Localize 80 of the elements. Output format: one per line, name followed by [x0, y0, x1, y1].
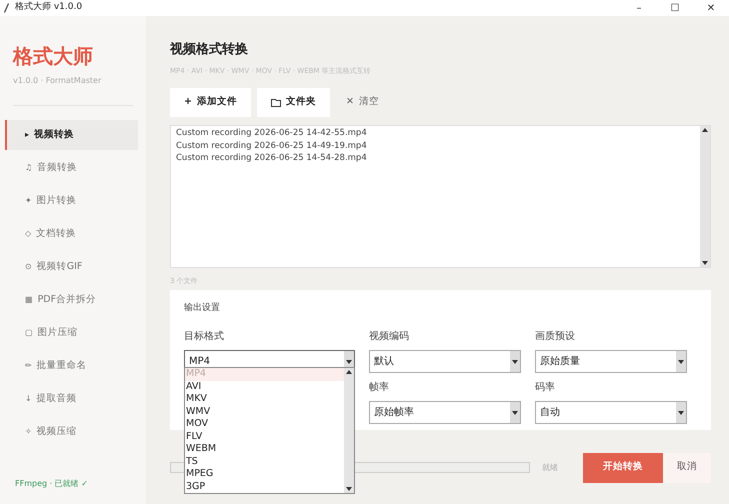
field-label: 码率: [535, 380, 556, 395]
close-button[interactable]: ✕: [693, 0, 729, 16]
dropdown-option[interactable]: AVI: [185, 380, 344, 393]
field-label: 视频编码: [369, 330, 410, 344]
scrollbar[interactable]: [700, 126, 710, 267]
plus-icon: +: [184, 95, 192, 110]
sidebar-item[interactable]: ↓ 提取音频: [5, 384, 138, 414]
scrollbar[interactable]: [344, 368, 354, 493]
minimize-button[interactable]: –: [621, 0, 657, 16]
close-icon: ✕: [346, 95, 354, 110]
item-icon: ♫: [25, 162, 32, 174]
scroll-down-icon[interactable]: [344, 485, 354, 493]
item-icon: ▢: [25, 327, 33, 339]
dropdown-option[interactable]: MOV: [185, 418, 344, 430]
dropdown-option[interactable]: WMV: [185, 406, 344, 418]
format-select[interactable]: 默认: [369, 350, 521, 373]
sidebar-item[interactable]: ✧ 视频压缩: [5, 417, 138, 447]
item-label: 文档转换: [36, 226, 76, 241]
sidebar-item[interactable]: ▸ 视频转换: [5, 120, 138, 150]
item-icon: ✏: [25, 360, 32, 372]
progress-status: 就绪: [542, 462, 558, 474]
sidebar-item[interactable]: ✏ 批量重命名: [5, 351, 138, 381]
dropdown-option[interactable]: FLV: [185, 430, 344, 443]
app-logo: 格式大师: [13, 43, 94, 69]
sidebar-item[interactable]: ▦ PDF合并拆分: [5, 285, 138, 315]
file-item[interactable]: Custom recording 2026-06-25 14-54-28.mp4: [176, 152, 700, 164]
select-value: 原始帧率: [373, 406, 415, 420]
select-value: 自动: [539, 406, 561, 420]
sidebar-item[interactable]: ✦ 图片转换: [5, 186, 138, 216]
window-title: 格式大师 v1.0.0: [15, 1, 82, 14]
field-label: 目标格式: [184, 330, 225, 344]
field-label: 帧率: [369, 380, 390, 395]
folder-icon: [270, 98, 281, 106]
sidebar-item[interactable]: ▢ 图片压缩: [5, 318, 138, 348]
sidebar-item[interactable]: ♫ 音频转换: [5, 153, 138, 183]
item-label: 图片转换: [36, 194, 77, 208]
field-label: 画质预设: [535, 330, 576, 344]
select-value: MP4: [188, 355, 212, 369]
dropdown-option[interactable]: TS: [185, 456, 344, 468]
item-icon: ✦: [25, 195, 32, 207]
settings-title: 输出设置: [184, 302, 221, 314]
scroll-up-icon[interactable]: [700, 126, 710, 134]
dropdown-option[interactable]: 3GP: [185, 480, 344, 493]
toolbar-button[interactable]: + 添加文件: [170, 88, 251, 117]
toolbar-button[interactable]: 文件夹: [256, 88, 330, 117]
clear-link[interactable]: ✕ 清空: [336, 88, 389, 117]
dropdown-option[interactable]: WEBM: [185, 443, 344, 456]
page-title: 视频格式转换: [170, 41, 249, 59]
format-select[interactable]: 原始质量: [535, 350, 687, 373]
item-icon: ⊙: [25, 261, 32, 273]
item-label: 视频转GIF: [36, 260, 82, 274]
item-label: 图片压缩: [38, 326, 78, 340]
select-value: 原始质量: [539, 354, 581, 369]
item-label: 视频压缩: [36, 424, 77, 439]
format-select[interactable]: 原始帧率: [369, 401, 521, 424]
ffmpeg-status: FFmpeg · 已就绪 ✓: [15, 478, 89, 490]
maximize-button[interactable]: ☐: [657, 0, 693, 16]
item-icon: ↓: [25, 393, 32, 405]
scroll-down-icon[interactable]: [700, 259, 710, 267]
dropdown-option[interactable]: MKV: [185, 393, 344, 406]
item-icon: ▸: [25, 129, 30, 141]
scroll-up-icon[interactable]: [344, 368, 354, 376]
feather-icon: [3, 3, 9, 13]
item-label: 音频转换: [37, 160, 78, 175]
item-label: 视频转换: [34, 128, 74, 142]
file-item[interactable]: Custom recording 2026-06-25 14-42-55.mp4: [176, 127, 700, 140]
version-text: v1.0.0 · FormatMaster: [13, 75, 102, 87]
item-icon: ▦: [25, 294, 33, 306]
item-label: 提取音频: [36, 392, 77, 406]
select-value: 默认: [373, 355, 395, 369]
item-label: PDF合并拆分: [38, 292, 96, 307]
sidebar-item[interactable]: ⊙ 视频转GIF: [5, 252, 138, 282]
file-item[interactable]: Custom recording 2026-06-25 14-49-19.mp4: [176, 140, 700, 152]
item-icon: ◇: [25, 228, 32, 240]
dropdown-option[interactable]: MPEG: [185, 468, 344, 480]
item-icon: ✧: [25, 426, 32, 438]
item-label: 批量重命名: [36, 358, 87, 373]
format-select[interactable]: 自动: [535, 401, 687, 424]
sidebar-item[interactable]: ◇ 文档转换: [5, 219, 138, 249]
cancel-button[interactable]: 取消: [663, 452, 711, 482]
